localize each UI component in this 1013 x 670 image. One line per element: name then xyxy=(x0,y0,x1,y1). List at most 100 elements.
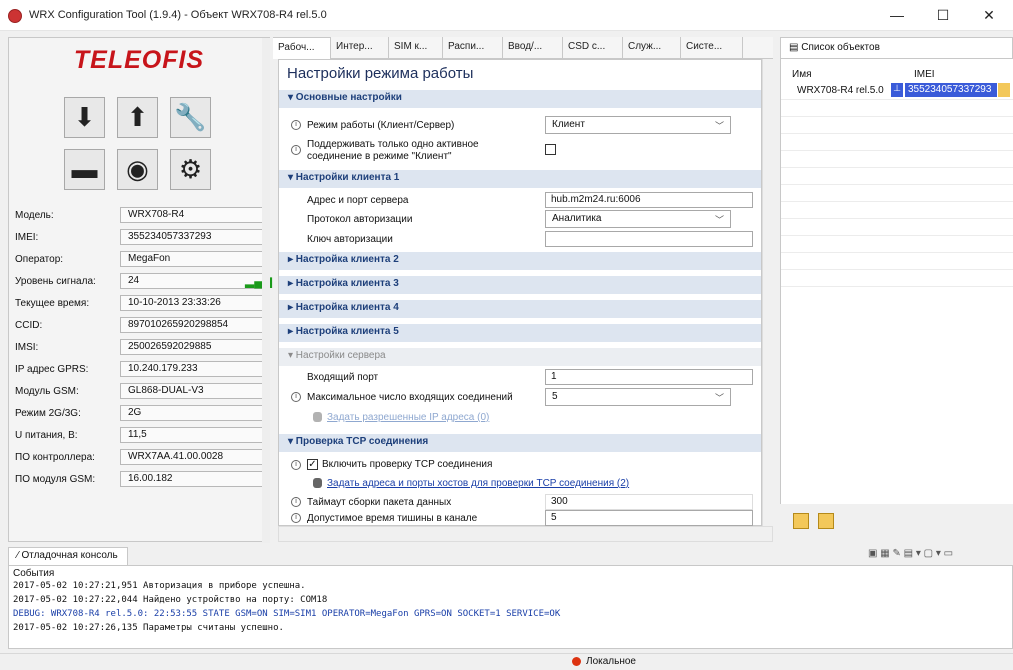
mode-select-value: Клиент xyxy=(552,119,585,130)
gsm-fw-value: 16.00.182 xyxy=(120,471,268,487)
single-connection-label-1: Поддерживать только одно активное xyxy=(307,139,479,150)
log-line: 2017-05-02 10:27:21,951 Авторизация в пр… xyxy=(13,581,306,591)
wrench-icon[interactable]: 🔧 xyxy=(170,97,211,138)
device-info-panel: TELEOFIS ⬇ ⬆ 🔧 ▬ ◉ ⚙ Модель: WRX708-R4 I… xyxy=(8,37,272,543)
disc-icon[interactable]: ◉ xyxy=(117,149,158,190)
info-icon: i xyxy=(291,460,301,470)
tab-csd[interactable]: CSD с... xyxy=(563,37,623,59)
packet-timeout-input[interactable]: 300 xyxy=(545,494,753,510)
tcp-hosts-link[interactable]: Задать адреса и порты хостов для проверк… xyxy=(327,478,629,489)
minimize-button[interactable]: — xyxy=(874,0,920,30)
maximize-button[interactable]: ☐ xyxy=(920,0,966,30)
gears-icon[interactable]: ⚙ xyxy=(170,149,211,190)
section-client-3[interactable]: ▸ Настройка клиента 3 xyxy=(279,276,761,294)
info-icon: i xyxy=(291,513,301,523)
debug-console-label: Отладочная консоль xyxy=(21,550,118,561)
tab-schedule[interactable]: Распи... xyxy=(443,37,503,59)
operator-value: MegaFon xyxy=(120,251,268,267)
server-address-input[interactable]: hub.m2m24.ru:6006 xyxy=(545,192,753,208)
object-row-name[interactable]: WRX708-R4 rel.5.0 xyxy=(797,85,884,96)
packet-timeout-label: Таймаут сборки пакета данных xyxy=(307,497,452,508)
imei-label: IMEI: xyxy=(15,232,39,243)
grid-line xyxy=(781,167,1013,168)
single-connection-checkbox[interactable] xyxy=(545,144,556,155)
list-icon: ▤ xyxy=(789,42,802,53)
tab-service[interactable]: Служ... xyxy=(623,37,681,59)
section-server[interactable]: ▾ Настройки сервера xyxy=(279,348,761,366)
database-icon xyxy=(313,478,322,488)
model-label: Модель: xyxy=(15,210,54,221)
max-connections-select[interactable]: 5 ﹀ xyxy=(545,388,731,406)
incoming-port-input[interactable]: 1 xyxy=(545,369,753,385)
debug-console: События 2017-05-02 10:27:21,951 Авториза… xyxy=(8,565,1013,649)
upload-arrow-icon[interactable]: ⬆ xyxy=(117,97,158,138)
imsi-value: 250026592029885 xyxy=(120,339,268,355)
folder-icon[interactable]: ▬ xyxy=(64,149,105,190)
time-label: Текущее время: xyxy=(15,298,90,309)
section-client-1[interactable]: ▾ Настройки клиента 1 xyxy=(279,170,761,188)
tab-system[interactable]: Систе... xyxy=(681,37,743,59)
add-object-button[interactable] xyxy=(793,513,809,529)
grid-line xyxy=(781,133,1013,134)
chevron-down-icon: ﹀ xyxy=(714,121,724,131)
max-connections-value: 5 xyxy=(552,391,558,402)
signal-label: Уровень сигнала: xyxy=(15,276,96,287)
auth-protocol-value: Аналитика xyxy=(552,213,602,224)
section-client-4[interactable]: ▸ Настройка клиента 4 xyxy=(279,300,761,318)
controller-fw-value: WRX7AA.41.00.0028 xyxy=(120,449,268,465)
tab-sim[interactable]: SIM к... xyxy=(389,37,443,59)
gsm-fw-label: ПО модуля GSM: xyxy=(15,474,96,485)
grid-line xyxy=(781,184,1013,185)
close-button[interactable]: ✕ xyxy=(966,0,1012,30)
tab-io[interactable]: Ввод/... xyxy=(503,37,563,59)
log-line: 2017-05-02 10:27:26,135 Параметры считан… xyxy=(13,623,284,633)
connection-status: Локальное xyxy=(586,656,636,667)
grid-line xyxy=(781,116,1013,117)
debug-console-tab[interactable]: ⁄ Отладочная консоль xyxy=(8,547,128,565)
teleofis-logo: TELEOFIS xyxy=(73,46,205,74)
column-name-header[interactable]: Имя xyxy=(792,69,811,80)
auth-key-input[interactable] xyxy=(545,231,753,247)
tcp-check-checkbox[interactable]: ✓ xyxy=(307,459,318,470)
grid-line xyxy=(781,150,1013,151)
mode-select[interactable]: Клиент ﹀ xyxy=(545,116,731,134)
chevron-down-icon: ﹀ xyxy=(714,215,724,225)
objects-table: Имя IMEI WRX708-R4 rel.5.0 ⊥ 35523405733… xyxy=(780,59,1013,504)
work-mode-settings: Настройки режима работы ▾ Основные настр… xyxy=(278,59,762,526)
page-title: Настройки режима работы xyxy=(287,65,474,82)
settings-horizontal-scrollbar[interactable] xyxy=(278,526,773,542)
time-value: 10-10-2013 23:33:26 xyxy=(120,295,268,311)
section-client-2[interactable]: ▸ Настройка клиента 2 xyxy=(279,252,761,270)
section-tcp-check[interactable]: ▾ Проверка TCP соединения xyxy=(279,434,761,452)
allowed-ip-link[interactable]: Задать разрешенные IP адреса (0) xyxy=(327,412,489,423)
single-connection-label-2: соединение в режиме "Клиент" xyxy=(307,151,452,162)
grid-line xyxy=(781,269,1013,270)
download-arrow-icon[interactable]: ⬇ xyxy=(64,97,105,138)
auth-protocol-select[interactable]: Аналитика ﹀ xyxy=(545,210,731,228)
mode-label: Режим работы (Клиент/Сервер) xyxy=(307,120,455,131)
remove-object-button[interactable] xyxy=(818,513,834,529)
controller-fw-label: ПО контроллера: xyxy=(15,452,95,463)
database-icon xyxy=(313,412,322,422)
silence-time-input[interactable]: 5 xyxy=(545,510,753,526)
console-toolbar-icons[interactable]: ▣ ▦ ✎ ▤ ▾ ▢ ▾ ▭ xyxy=(868,548,953,559)
gsm-module-value: GL868-DUAL-V3 xyxy=(120,383,268,399)
gprs-ip-value: 10.240.179.233 xyxy=(120,361,268,377)
tab-interfaces[interactable]: Интер... xyxy=(331,37,389,59)
section-basic[interactable]: ▾ Основные настройки xyxy=(279,90,761,108)
object-row-imei[interactable]: 355234057337293 xyxy=(905,83,997,97)
column-imei-header[interactable]: IMEI xyxy=(914,69,935,80)
tab-work-mode[interactable]: Рабоч... xyxy=(273,37,331,59)
voltage-label: U питания, В: xyxy=(15,430,78,441)
window-title: WRX Configuration Tool (1.9.4) - Объект … xyxy=(29,9,327,21)
grid-line xyxy=(781,201,1013,202)
imei-value: 355234057337293 xyxy=(120,229,268,245)
operator-label: Оператор: xyxy=(15,254,64,265)
section-client-5[interactable]: ▸ Настройка клиента 5 xyxy=(279,324,761,342)
log-line-debug: DEBUG: WRX708-R4 rel.5.0: 22:53:55 STATE… xyxy=(13,609,561,619)
left-panel-scrollbar[interactable] xyxy=(262,38,270,543)
info-icon: i xyxy=(291,120,301,130)
auth-protocol-label: Протокол авторизации xyxy=(307,214,413,225)
settings-vertical-scrollbar[interactable] xyxy=(762,59,773,526)
network-mode-label: Режим 2G/3G: xyxy=(15,408,81,419)
